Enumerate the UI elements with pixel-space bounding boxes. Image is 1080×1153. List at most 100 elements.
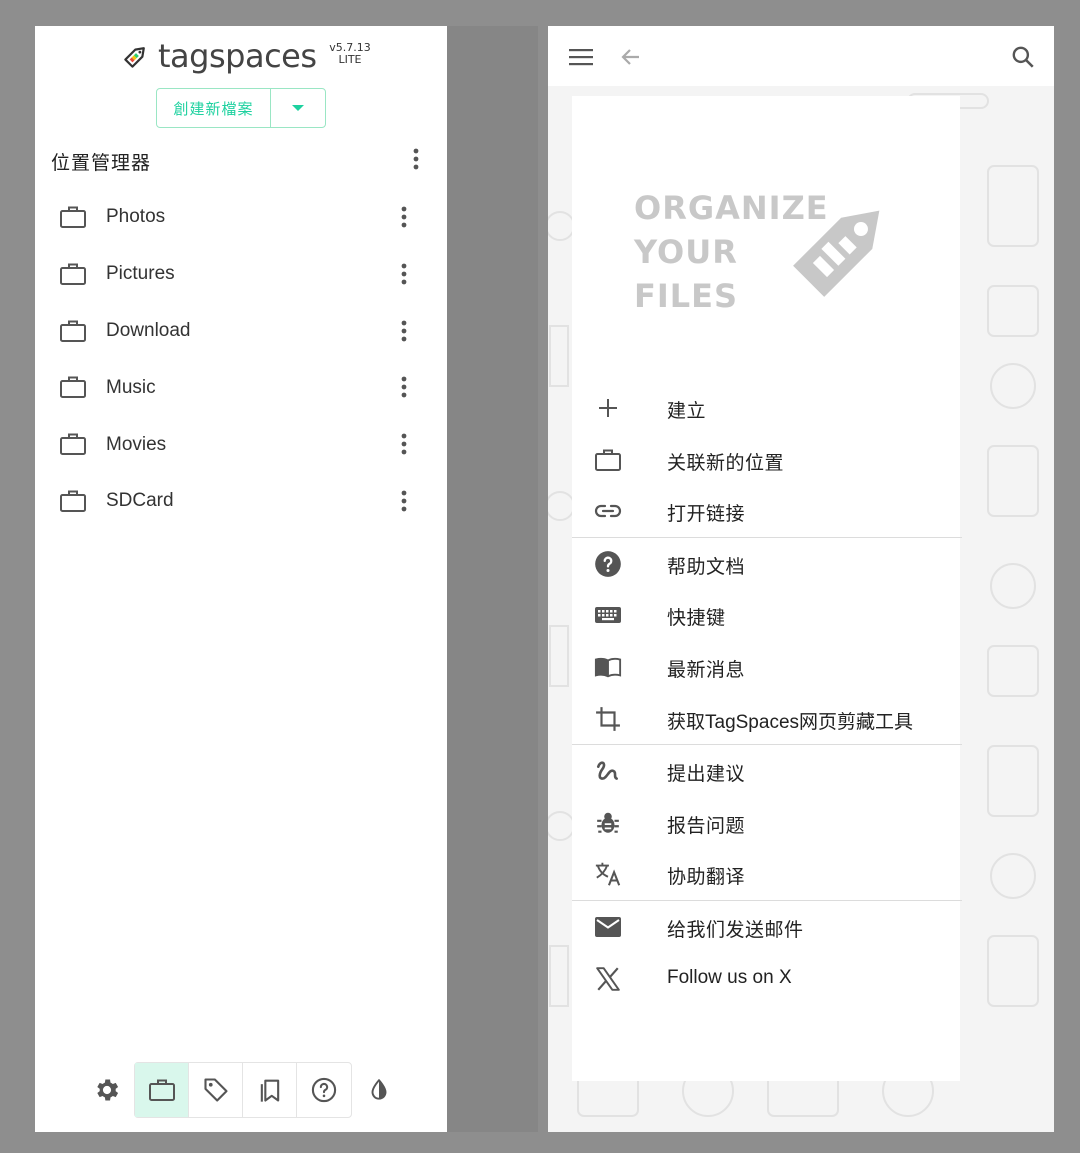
tags-tab[interactable] [189, 1063, 243, 1117]
top-app-bar [548, 26, 1054, 86]
menu-item-label: 打开链接 [667, 503, 746, 526]
briefcase-icon [148, 1079, 175, 1101]
book-icon [594, 657, 622, 678]
location-item-music[interactable]: Music [35, 359, 447, 416]
bug-icon [597, 812, 619, 833]
menu-item-label: 帮助文档 [667, 555, 746, 578]
x-logo-icon [596, 966, 620, 991]
bookmarks-tab[interactable] [243, 1063, 297, 1117]
menu-item-label: 报告问题 [667, 814, 746, 837]
dimmed-content[interactable] [447, 26, 538, 1132]
crop-icon [596, 706, 620, 731]
location-menu-button[interactable] [391, 260, 417, 288]
search-button[interactable] [1008, 42, 1038, 72]
menu-item-label: 关联新的位置 [667, 451, 785, 474]
menu-item-web-clipper[interactable]: 获取TagSpaces网页剪藏工具 [572, 693, 962, 745]
mail-icon [595, 916, 621, 937]
menu-button[interactable] [566, 42, 596, 72]
arrow-left-icon [621, 49, 639, 65]
create-file-label[interactable]: 創建新檔案 [157, 89, 271, 127]
briefcase-icon [60, 206, 86, 228]
menu-item-follow-x[interactable]: Follow us on X [572, 953, 962, 1005]
locations-tab[interactable] [135, 1063, 189, 1117]
briefcase-icon [60, 263, 86, 285]
tag-icon [203, 1078, 228, 1102]
menu-item-label: 最新消息 [667, 658, 746, 681]
translate-icon [595, 863, 621, 886]
more-vertical-icon [401, 263, 407, 285]
search-icon [1012, 46, 1034, 68]
location-menu-button[interactable] [391, 203, 417, 231]
location-menu-button[interactable] [391, 317, 417, 345]
menu-item-label: 建立 [667, 400, 707, 422]
contrast-icon [371, 1078, 387, 1100]
settings-button[interactable] [80, 1063, 134, 1117]
create-options-dropdown[interactable] [271, 89, 325, 127]
create-file-button[interactable]: 創建新檔案 [156, 88, 326, 128]
menu-item-label: 给我们发送邮件 [667, 918, 804, 941]
back-button[interactable] [616, 42, 646, 72]
location-label: Music [106, 376, 156, 398]
app-logo: tagspaces [120, 36, 317, 76]
location-item-movies[interactable]: Movies [35, 416, 447, 473]
draw-icon [596, 761, 618, 781]
bookmarks-icon [260, 1079, 279, 1102]
menu-item-suggest[interactable]: 提出建议 [572, 745, 962, 797]
welcome-menu: 建立 关联新的位置 打开链接 帮助文档 快捷键 最新消息 获取TagSpaces… [572, 382, 962, 1004]
location-label: Movies [106, 433, 167, 455]
menu-item-create[interactable]: 建立 [572, 382, 962, 434]
briefcase-icon [595, 449, 621, 471]
hamburger-menu-icon [569, 49, 593, 66]
tag-logo-icon [793, 210, 880, 297]
more-vertical-icon [401, 433, 407, 455]
menu-item-whats-new[interactable]: 最新消息 [572, 641, 962, 693]
menu-item-shortcuts[interactable]: 快捷键 [572, 589, 962, 641]
menu-item-open-link[interactable]: 打开链接 [572, 485, 962, 537]
help-icon [595, 550, 621, 577]
location-label: SDCard [106, 490, 174, 512]
location-label: Download [106, 319, 191, 341]
locations-title: 位置管理器 [51, 152, 152, 174]
theme-toggle-button[interactable] [352, 1063, 406, 1117]
location-menu-button[interactable] [391, 373, 417, 401]
briefcase-icon [60, 376, 86, 399]
menu-item-label: 快捷键 [667, 607, 726, 630]
help-circle-icon [311, 1077, 337, 1103]
link-icon [594, 505, 622, 518]
caret-down-icon [292, 105, 304, 111]
location-item-sdcard[interactable]: SDCard [35, 473, 447, 530]
more-vertical-icon [413, 148, 419, 170]
left-screen: tagspaces v5.7.13 LITE 創建新檔案 位置管理器 Photo… [35, 26, 538, 1132]
briefcase-icon [60, 320, 86, 342]
location-item-photos[interactable]: Photos [35, 189, 447, 246]
menu-item-email[interactable]: 给我们发送邮件 [572, 901, 962, 953]
menu-item-translate[interactable]: 协助翻译 [572, 848, 962, 900]
right-screen: ORGANIZE YOUR FILES 建立 关联新的位置 打开链接 帮助文档 … [548, 26, 1054, 1132]
more-vertical-icon [401, 490, 407, 512]
location-menu-button[interactable] [391, 430, 417, 458]
menu-item-help-docs[interactable]: 帮助文档 [572, 538, 962, 590]
briefcase-icon [60, 433, 86, 456]
menu-item-report-issue[interactable]: 报告问题 [572, 797, 962, 849]
menu-item-label: 协助翻译 [667, 866, 746, 889]
location-menu-button[interactable] [391, 487, 417, 515]
help-tab[interactable] [297, 1063, 351, 1117]
more-vertical-icon [401, 206, 407, 228]
location-item-download[interactable]: Download [35, 303, 447, 360]
menu-item-label: 获取TagSpaces网页剪藏工具 [667, 711, 914, 733]
more-vertical-icon [401, 376, 407, 398]
drawer-bottom-bar [80, 1062, 406, 1118]
location-list: Photos Pictures Download Music Movies SD… [35, 189, 447, 530]
edition-label: LITE [338, 53, 362, 66]
locations-menu-button[interactable] [403, 146, 429, 172]
location-drawer: tagspaces v5.7.13 LITE 創建新檔案 位置管理器 Photo… [35, 26, 447, 1132]
app-version: v5.7.13 LITE [325, 42, 375, 66]
plus-icon [599, 399, 617, 417]
location-item-pictures[interactable]: Pictures [35, 246, 447, 303]
location-label: Pictures [106, 263, 175, 285]
menu-item-connect-location[interactable]: 关联新的位置 [572, 434, 962, 486]
gear-icon [97, 1079, 119, 1101]
logo-wordmark: tagspaces [158, 37, 317, 75]
tagspaces-logo-icon [124, 47, 145, 68]
menu-item-label: 提出建议 [667, 763, 746, 786]
